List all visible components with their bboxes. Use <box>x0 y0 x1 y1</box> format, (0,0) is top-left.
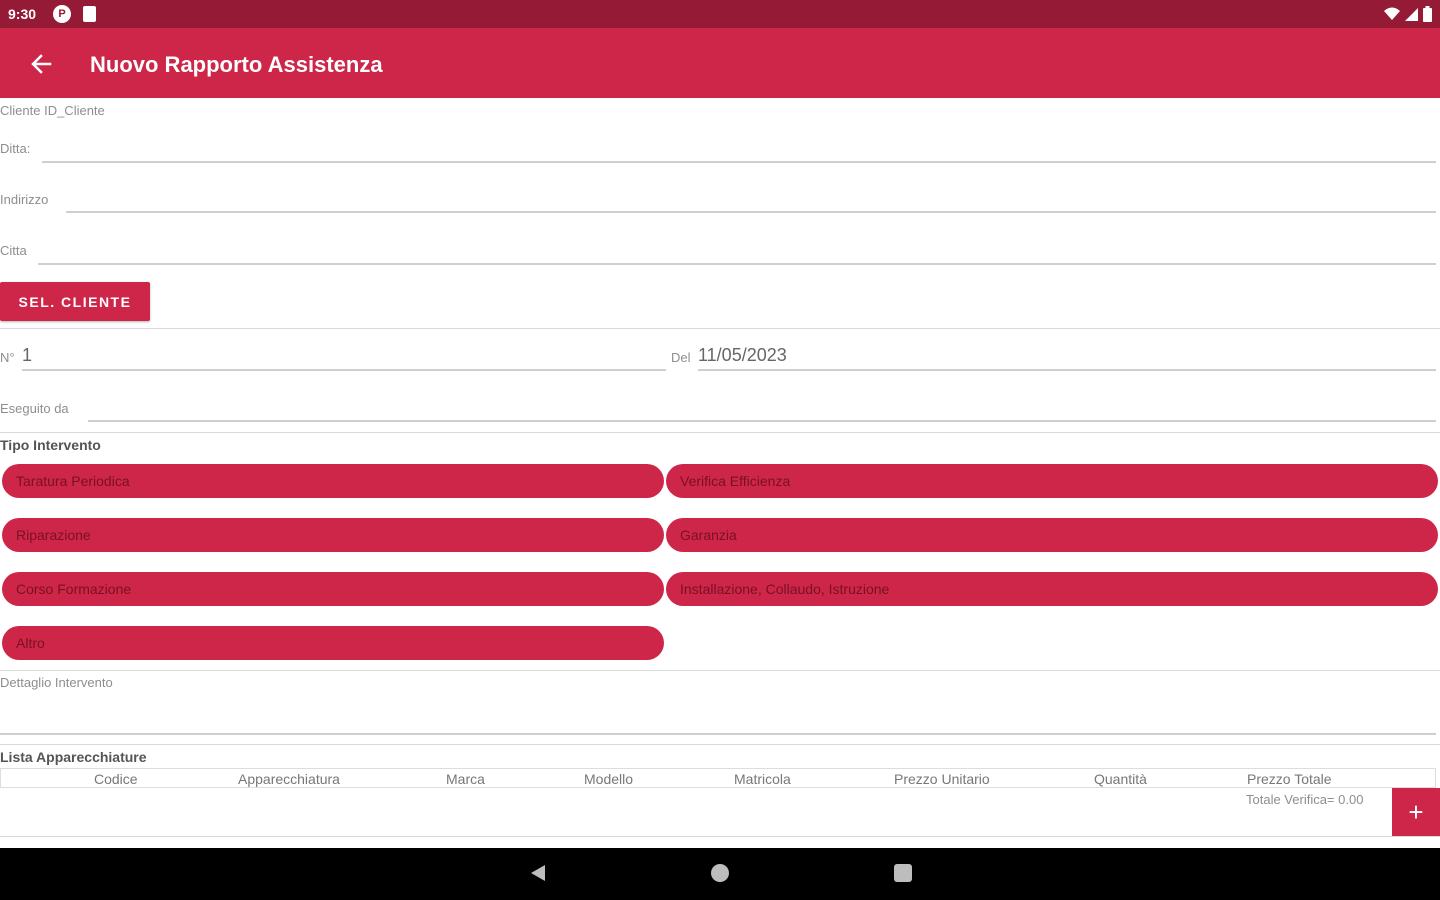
status-time: 9:30 <box>8 6 37 22</box>
nav-home-icon[interactable] <box>711 864 729 882</box>
col-matricola: Matricola <box>734 771 791 787</box>
page-title: Nuovo Rapporto Assistenza <box>90 52 383 77</box>
dettaglio-label: Dettaglio Intervento <box>0 675 113 690</box>
divider <box>0 744 1440 745</box>
indirizzo-field[interactable] <box>66 211 1436 213</box>
app-bar: Nuovo Rapporto Assistenza <box>0 28 1440 98</box>
status-icons <box>1384 6 1432 22</box>
back-button[interactable] <box>24 47 58 81</box>
navigation-bar <box>0 848 1440 900</box>
ditta-field[interactable] <box>42 161 1436 163</box>
divider <box>0 836 1440 837</box>
col-quantita: Quantità <box>1094 771 1147 787</box>
nav-back-icon[interactable] <box>529 864 547 882</box>
indirizzo-label: Indirizzo <box>0 192 49 207</box>
date-value: 11/05/2023 <box>698 345 787 365</box>
numero-value: 1 <box>22 345 33 365</box>
eseguito-label: Eseguito da <box>0 401 69 416</box>
col-marca: Marca <box>446 771 485 787</box>
option-corso-formazione[interactable]: Corso Formazione <box>2 572 664 606</box>
notification-p-icon: P <box>53 5 71 23</box>
nav-recents-icon[interactable] <box>894 864 912 882</box>
select-client-button[interactable]: SEL. CLIENTE <box>0 282 150 321</box>
del-label: Del <box>671 350 691 365</box>
arrow-back-icon <box>31 54 52 74</box>
sd-card-icon <box>83 6 96 22</box>
option-taratura-periodica[interactable]: Taratura Periodica <box>2 464 664 498</box>
total-text: Totale Verifica= 0.00 <box>1246 792 1364 807</box>
eseguito-field[interactable] <box>88 420 1436 422</box>
wifi-icon <box>1384 7 1401 20</box>
dettaglio-field[interactable] <box>0 733 1436 735</box>
lista-heading: Lista Apparecchiature <box>0 749 147 765</box>
option-altro[interactable]: Altro <box>2 626 664 660</box>
divider <box>0 328 1440 329</box>
col-apparecchiatura: Apparecchiatura <box>238 771 340 787</box>
divider <box>0 432 1440 433</box>
battery-icon <box>1423 6 1432 22</box>
ditta-label: Ditta: <box>0 141 31 156</box>
citta-label: Citta <box>0 243 27 258</box>
equipment-table-header: Codice Apparecchiatura Marca Modello Mat… <box>0 768 1436 788</box>
option-installazione[interactable]: Installazione, Collaudo, Istruzione <box>666 572 1438 606</box>
add-equipment-button[interactable]: + <box>1392 788 1440 836</box>
numero-label: N° <box>0 350 15 365</box>
date-field[interactable] <box>698 369 1436 371</box>
client-id-label: Cliente ID_Cliente <box>0 103 105 118</box>
option-riparazione[interactable]: Riparazione <box>2 518 664 552</box>
col-prezzo-unitario: Prezzo Unitario <box>894 771 990 787</box>
divider <box>0 670 1440 671</box>
status-bar: 9:30 P <box>0 0 1440 28</box>
tipo-intervento-heading: Tipo Intervento <box>0 437 101 453</box>
add-icon: + <box>1408 797 1424 827</box>
numero-field[interactable] <box>22 369 666 371</box>
col-codice: Codice <box>94 771 138 787</box>
option-verifica-efficienza[interactable]: Verifica Efficienza <box>666 464 1438 498</box>
signal-icon <box>1404 8 1418 21</box>
col-prezzo-totale: Prezzo Totale <box>1247 771 1332 787</box>
citta-field[interactable] <box>38 263 1436 265</box>
col-modello: Modello <box>584 771 634 787</box>
option-garanzia[interactable]: Garanzia <box>666 518 1438 552</box>
